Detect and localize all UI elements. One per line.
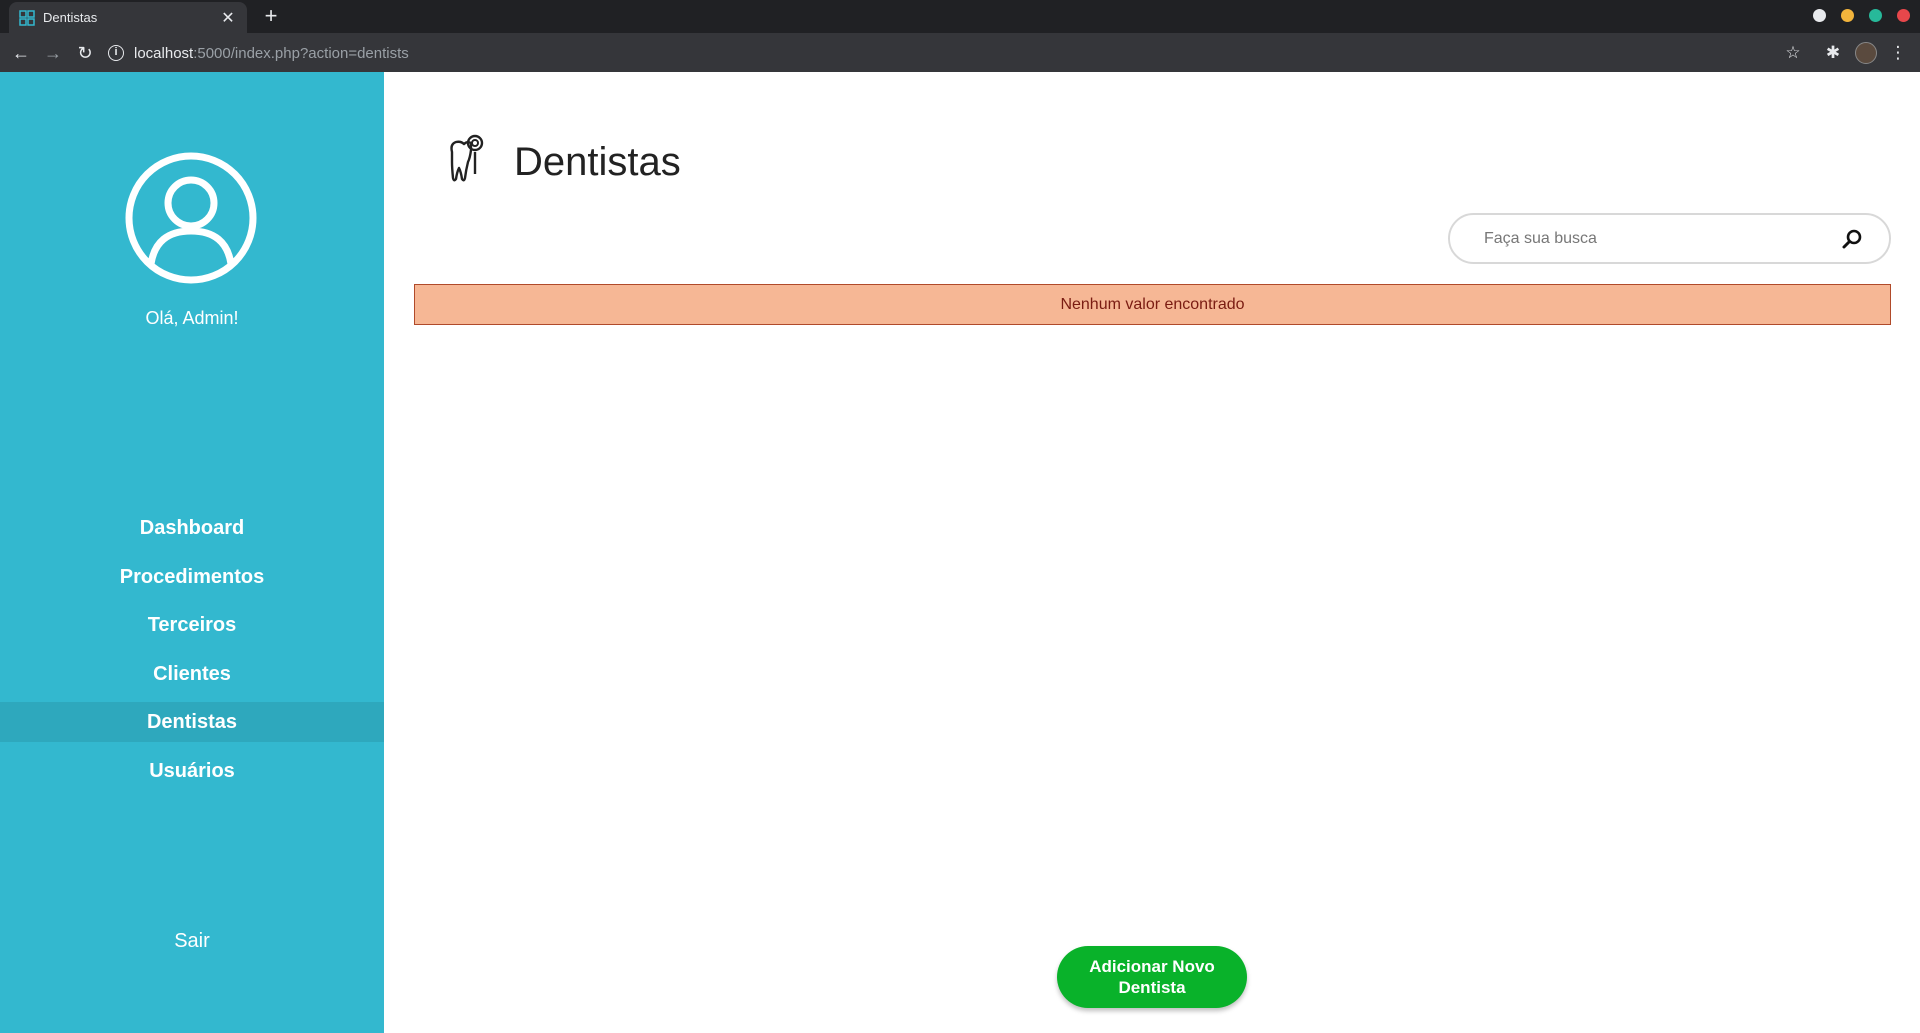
browser-menu-icon[interactable]: ⋮ — [1885, 40, 1911, 66]
extensions-puzzle-icon[interactable]: ✱ — [1820, 40, 1846, 66]
forward-arrow-icon[interactable]: → — [40, 40, 66, 66]
back-arrow-icon[interactable]: ← — [8, 40, 34, 66]
browser-tab-bar: Dentistas ✕ + — [0, 0, 1920, 33]
url-path: :5000/index.php?action=dentists — [193, 44, 409, 62]
reload-icon[interactable]: ↻ — [72, 40, 98, 66]
tooth-icon — [450, 134, 484, 182]
new-tab-button[interactable]: + — [259, 2, 283, 30]
add-dentist-button-label: Adicionar Novo Dentista — [1089, 957, 1215, 997]
tab-close-icon[interactable]: ✕ — [219, 8, 237, 28]
main-content: Dentistas Nenhum valor encontrado Adicio… — [384, 72, 1920, 1033]
maximize-button[interactable] — [1869, 9, 1882, 22]
close-window-button[interactable] — [1897, 9, 1910, 22]
browser-tab[interactable]: Dentistas ✕ — [9, 2, 247, 33]
search-box — [1448, 213, 1891, 264]
user-avatar-icon — [125, 152, 257, 284]
empty-results-alert: Nenhum valor encontrado — [414, 284, 1891, 325]
sidebar-nav: Dashboard Procedimentos Terceiros Client… — [0, 508, 384, 799]
sidebar-item-clientes[interactable]: Clientes — [0, 654, 384, 694]
sidebar: Olá, Admin! Dashboard Procedimentos Terc… — [0, 72, 384, 1033]
bookmark-star-icon[interactable]: ☆ — [1780, 40, 1806, 66]
add-dentist-button[interactable]: Adicionar Novo Dentista — [1057, 946, 1247, 1008]
profile-avatar[interactable] — [1853, 40, 1879, 66]
search-icon[interactable] — [1841, 228, 1863, 250]
sidebar-item-dentistas[interactable]: Dentistas — [0, 702, 384, 742]
page-title: Dentistas — [514, 140, 681, 184]
window-controls — [1813, 9, 1910, 22]
site-info-icon[interactable]: i — [108, 45, 124, 61]
browser-toolbar: ← → ↻ i localhost :5000/index.php?action… — [0, 33, 1920, 72]
tab-title: Dentistas — [43, 10, 98, 25]
url-host: localhost — [134, 44, 194, 62]
logout-link[interactable]: Sair — [0, 930, 384, 953]
sidebar-item-usuarios[interactable]: Usuários — [0, 751, 384, 791]
profile-picture-icon — [1855, 42, 1877, 64]
page-favicon-icon — [19, 9, 35, 26]
downloads-indicator-icon[interactable] — [1813, 9, 1826, 22]
sidebar-item-procedimentos[interactable]: Procedimentos — [0, 557, 384, 597]
user-greeting: Olá, Admin! — [145, 308, 239, 328]
address-bar[interactable]: i localhost :5000/index.php?action=denti… — [108, 39, 1768, 67]
minimize-button[interactable] — [1841, 9, 1854, 22]
sidebar-item-terceiros[interactable]: Terceiros — [0, 605, 384, 645]
sidebar-item-dashboard[interactable]: Dashboard — [0, 508, 384, 548]
search-input[interactable] — [1482, 228, 1841, 249]
